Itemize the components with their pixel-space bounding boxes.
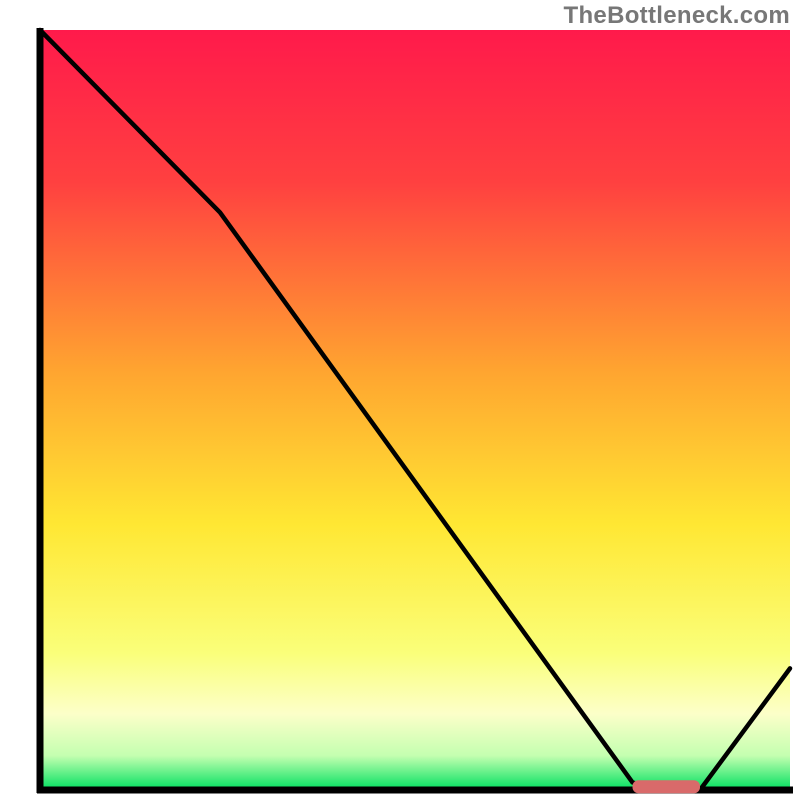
watermark-text: TheBottleneck.com [564,2,790,30]
chart-container: TheBottleneck.com [0,0,800,800]
optimal-segment-marker [633,780,701,793]
bottleneck-chart [0,0,800,800]
